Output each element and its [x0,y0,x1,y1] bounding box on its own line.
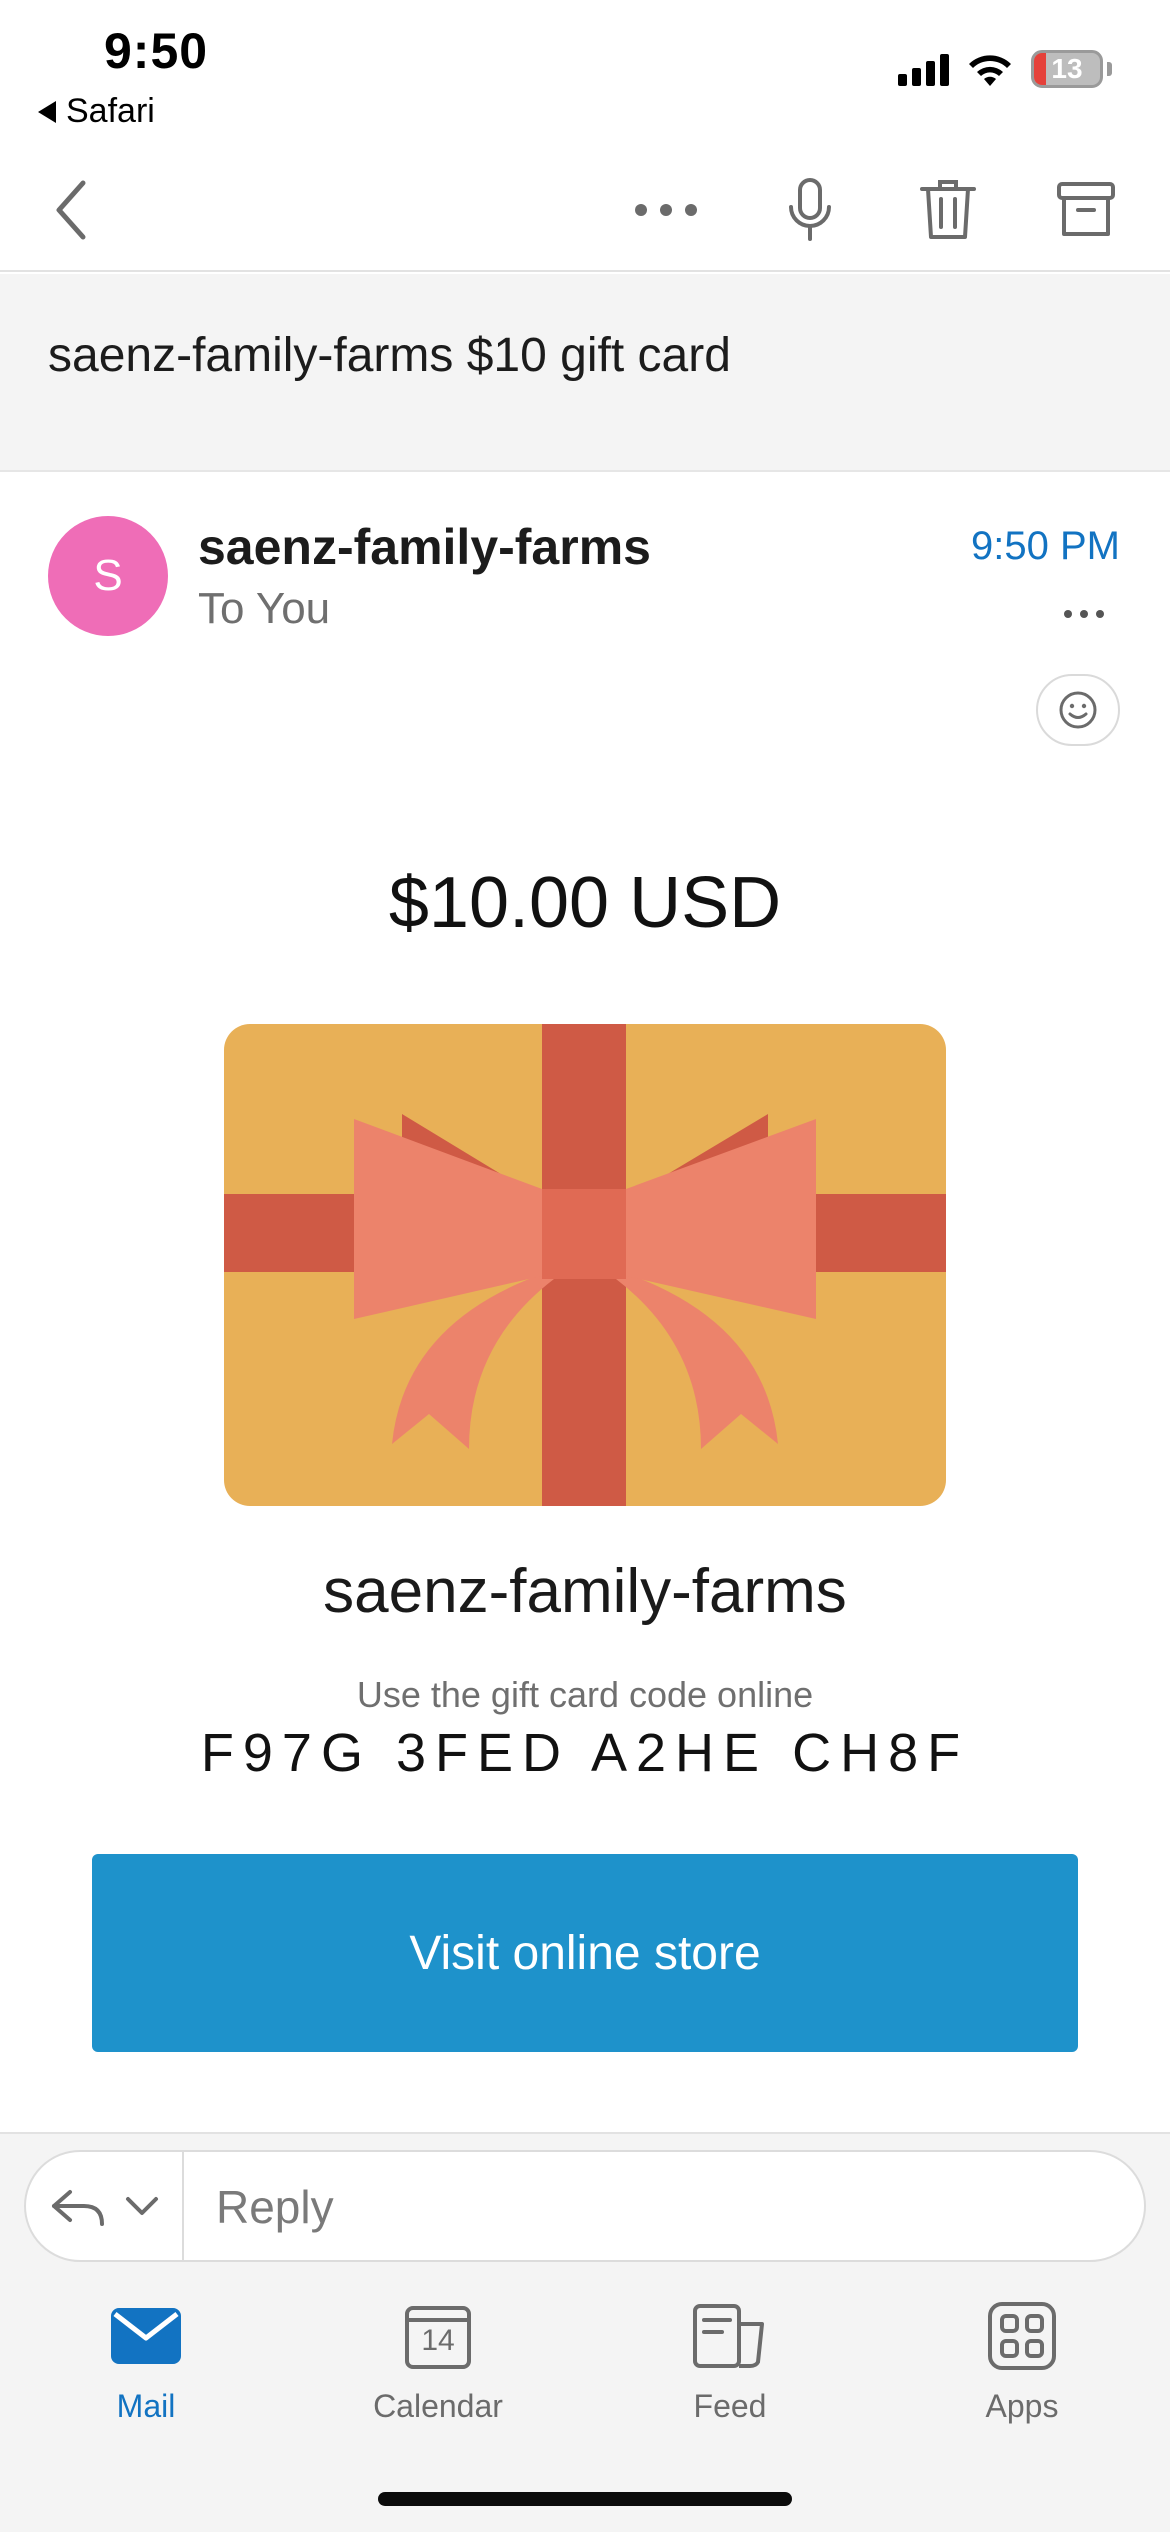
mail-toolbar [0,140,1170,272]
tab-mail-label: Mail [116,2388,176,2424]
gift-card-code[interactable]: F97G 3FED A2HE CH8F [0,1722,1170,1784]
back-triangle-icon [38,100,56,123]
trash-icon [920,180,976,239]
sender-name[interactable]: saenz-family-farms [198,518,651,576]
recipient-label[interactable]: To You [198,584,330,634]
tab-mail[interactable]: Mail [46,2296,246,2425]
back-chevron-icon [56,180,86,240]
status-time: 9:50 [104,23,209,79]
avatar-initial: S [93,551,123,600]
archive-button[interactable] [1046,170,1126,250]
visit-online-store-button[interactable]: Visit online store [92,1854,1078,2052]
tab-feed-label: Feed [693,2388,767,2424]
tab-bar: Mail 14 Calendar Feed Apps [0,2296,1170,2446]
reply-options-button[interactable] [26,2152,184,2260]
microphone-icon [789,178,831,241]
back-button[interactable] [32,170,112,250]
more-options-button[interactable] [626,170,706,250]
tab-calendar[interactable]: 14 Calendar [338,2296,538,2425]
back-to-app-link[interactable]: Safari [38,92,155,131]
tab-calendar-label: Calendar [373,2388,503,2424]
dictate-button[interactable] [770,170,850,250]
message-more-button[interactable] [1054,596,1114,632]
gift-card-amount: $10.00 USD [388,863,782,943]
reaction-button[interactable] [1036,674,1120,746]
home-indicator[interactable] [378,2492,792,2506]
smiley-icon [1059,691,1097,729]
calendar-day: 14 [421,2324,455,2357]
sender-avatar[interactable]: S [48,516,168,636]
battery-icon: 13 [1031,50,1103,88]
gift-card-hint: Use the gift card code online [356,1674,814,1715]
reply-bar[interactable]: Reply [24,2150,1146,2262]
apps-grid-icon [988,2302,1056,2370]
message-time: 9:50 PM [971,524,1120,568]
back-app-label: Safari [66,92,155,130]
subject-bar: saenz-family-farms $10 gift card [0,274,1170,472]
reply-input[interactable]: Reply [216,2180,334,2234]
gift-card-brand: saenz-family-farms [323,1557,847,1626]
gift-card-image [224,1024,946,1506]
mail-icon [111,2308,181,2364]
cellular-signal-icon [898,52,949,86]
more-dots-icon [635,204,697,216]
status-bar: 9:50 Safari 13 [0,0,1170,140]
status-icons: 13 [898,50,1112,88]
tab-feed[interactable]: Feed [630,2296,830,2425]
chevron-down-icon [126,2197,158,2215]
delete-button[interactable] [908,170,988,250]
tab-apps-label: Apps [985,2388,1059,2424]
email-subject: saenz-family-farms $10 gift card [48,329,731,382]
tab-apps[interactable]: Apps [922,2296,1122,2425]
reply-arrow-icon [52,2190,104,2226]
feed-icon [693,2304,764,2368]
battery-level: 13 [1051,53,1083,84]
wifi-icon [969,55,1011,86]
archive-icon [1057,182,1115,236]
